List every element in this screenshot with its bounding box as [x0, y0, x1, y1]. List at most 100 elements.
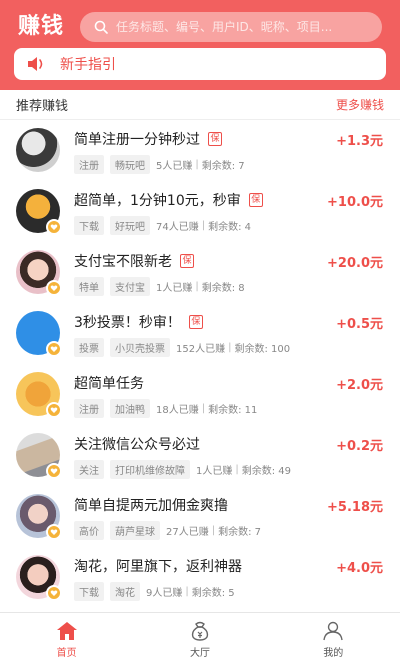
vip-heart-icon: [46, 402, 62, 418]
task-tag: 下载: [74, 216, 104, 235]
earned-count: 1人已赚: [196, 466, 233, 477]
task-tag: 注册: [74, 155, 104, 174]
task-tag: 好玩吧: [110, 216, 150, 235]
task-tag: 下载: [74, 582, 104, 601]
bottom-tab-bar: 首页 大厅 我的: [0, 612, 400, 666]
guarantee-badge: 保: [180, 254, 194, 268]
task-reward: +2.0元: [336, 378, 383, 393]
task-reward: +5.18元: [327, 500, 383, 515]
earned-count: 18人已赚: [156, 405, 199, 416]
tab-label: 我的: [323, 647, 344, 659]
meta-separator: |: [211, 525, 216, 536]
earned-count: 5人已赚: [156, 161, 193, 172]
remaining-count: 剩余数: 8: [201, 283, 245, 294]
task-meta: 注册 畅玩吧 5人已赚 | 剩余数: 7: [74, 155, 245, 174]
task-title-wrap: 简单注册一分钟秒过保: [74, 129, 222, 149]
tab-hall[interactable]: 大厅: [155, 621, 245, 659]
remaining-count: 剩余数: 49: [241, 466, 292, 477]
task-title-wrap: 3秒投票！秒审！ 保: [74, 312, 203, 332]
tab-label: 首页: [56, 647, 77, 659]
task-tag: 特单: [74, 277, 104, 296]
meta-separator: |: [228, 342, 232, 353]
vip-heart-icon: [46, 463, 62, 479]
task-reward: +4.0元: [336, 561, 383, 576]
home-icon: [56, 621, 77, 640]
tab-mine[interactable]: 我的: [288, 621, 378, 659]
main-content: 推荐赚钱 更多赚钱 简单注册一分钟秒过保 注册 畅玩吧 5人已赚 | 剩余数: 7…: [0, 90, 400, 612]
earned-count: 9人已赚: [146, 588, 183, 599]
task-row[interactable]: 支付宝不限新老保 特单 支付宝 1人已赚 | 剩余数: 8 +20.0元: [0, 242, 400, 303]
meta-separator: |: [201, 220, 206, 231]
task-title: 3秒投票！秒审！: [74, 315, 181, 331]
meta-separator: |: [235, 464, 239, 475]
earned-count: 74人已赚: [156, 222, 199, 233]
task-reward: +10.0元: [327, 195, 383, 210]
task-title: 简单自提两元加佣金爽撸: [74, 498, 228, 514]
task-title-wrap: 关注微信公众号必过: [74, 434, 200, 454]
task-tag: 关注: [74, 460, 104, 479]
guarantee-badge: 保: [188, 315, 203, 329]
task-title-wrap: 简单自提两元加佣金爽撸: [74, 495, 228, 515]
hall-icon: [191, 621, 209, 641]
task-title: 支付宝不限新老: [74, 254, 172, 270]
guide-label: 新手指引: [60, 57, 116, 73]
tab-label: 大厅: [189, 647, 210, 659]
task-row[interactable]: 超简单，1分钟10元，秒审保 下载 好玩吧 74人已赚 | 剩余数: 4 +10.…: [0, 181, 400, 242]
task-avatar: [16, 128, 60, 172]
search-bar[interactable]: [80, 12, 382, 42]
task-row[interactable]: 关注微信公众号必过 关注 打印机维修故障 1人已赚 | 剩余数: 49 +0.2元: [0, 425, 400, 486]
earned-count: 27人已赚: [166, 527, 209, 538]
remaining-count: 剩余数: 7: [201, 161, 245, 172]
section-header: 推荐赚钱 更多赚钱: [0, 90, 400, 120]
task-reward: +0.2元: [336, 439, 383, 454]
task-tag: 葫芦星球: [110, 521, 160, 540]
task-title-wrap: 超简单，1分钟10元，秒审保: [74, 190, 263, 210]
task-meta: 特单 支付宝 1人已赚 | 剩余数: 8: [74, 277, 245, 296]
tab-home[interactable]: 首页: [22, 621, 112, 659]
meta-separator: |: [195, 281, 199, 292]
vip-heart-icon: [46, 524, 62, 540]
meta-separator: |: [201, 403, 206, 414]
speaker-icon: [28, 57, 43, 71]
vip-heart-icon: [46, 219, 62, 235]
task-tag: 支付宝: [110, 277, 150, 296]
task-title: 超简单任务: [74, 376, 144, 392]
vip-heart-icon: [46, 585, 62, 601]
vip-heart-icon: [46, 341, 62, 357]
task-row[interactable]: 3秒投票！秒审！ 保 投票 小贝壳投票 152人已赚 | 剩余数: 100 +0.5…: [0, 303, 400, 364]
task-meta: 下载 淘花 9人已赚 | 剩余数: 5: [74, 582, 235, 601]
more-tasks-link[interactable]: 更多赚钱: [336, 96, 384, 113]
task-meta: 下载 好玩吧 74人已赚 | 剩余数: 4: [74, 216, 251, 235]
task-title: 淘花，阿里旗下，返利神器: [74, 559, 242, 575]
task-tag: 小贝壳投票: [110, 338, 170, 357]
task-reward: +20.0元: [327, 256, 383, 271]
task-meta: 高价 葫芦星球 27人已赚 | 剩余数: 7: [74, 521, 261, 540]
meta-separator: |: [195, 159, 199, 170]
search-input[interactable]: [116, 20, 366, 34]
earned-count: 1人已赚: [156, 283, 193, 294]
remaining-count: 剩余数: 4: [208, 222, 252, 233]
section-title: 推荐赚钱: [16, 99, 69, 114]
vip-heart-icon: [46, 280, 62, 296]
task-row[interactable]: 简单注册一分钟秒过保 注册 畅玩吧 5人已赚 | 剩余数: 7 +1.3元: [0, 120, 400, 181]
task-meta: 注册 加油鸭 18人已赚 | 剩余数: 11: [74, 399, 257, 418]
task-tag: 淘花: [110, 582, 140, 601]
task-title: 简单注册一分钟秒过: [74, 132, 200, 148]
meta-separator: |: [185, 586, 189, 597]
search-icon: [94, 20, 108, 34]
task-title: 关注微信公众号必过: [74, 437, 200, 453]
newbie-guide-banner[interactable]: 新手指引: [14, 48, 386, 80]
task-reward: +0.5元: [336, 317, 383, 332]
task-title-wrap: 支付宝不限新老保: [74, 251, 194, 271]
task-row[interactable]: 简单自提两元加佣金爽撸 高价 葫芦星球 27人已赚 | 剩余数: 7 +5.18元: [0, 486, 400, 547]
task-tag: 打印机维修故障: [110, 460, 190, 479]
task-row[interactable]: 超简单任务 注册 加油鸭 18人已赚 | 剩余数: 11 +2.0元: [0, 364, 400, 425]
task-meta: 投票 小贝壳投票 152人已赚 | 剩余数: 100: [74, 338, 290, 357]
task-reward: +1.3元: [336, 134, 383, 149]
remaining-count: 剩余数: 11: [208, 405, 258, 416]
app-title: 赚钱: [18, 14, 65, 39]
task-row[interactable]: 淘花，阿里旗下，返利神器 下载 淘花 9人已赚 | 剩余数: 5 +4.0元: [0, 547, 400, 608]
task-tag: 高价: [74, 521, 104, 540]
guarantee-badge: 保: [248, 193, 263, 207]
task-title-wrap: 淘花，阿里旗下，返利神器: [74, 556, 242, 576]
